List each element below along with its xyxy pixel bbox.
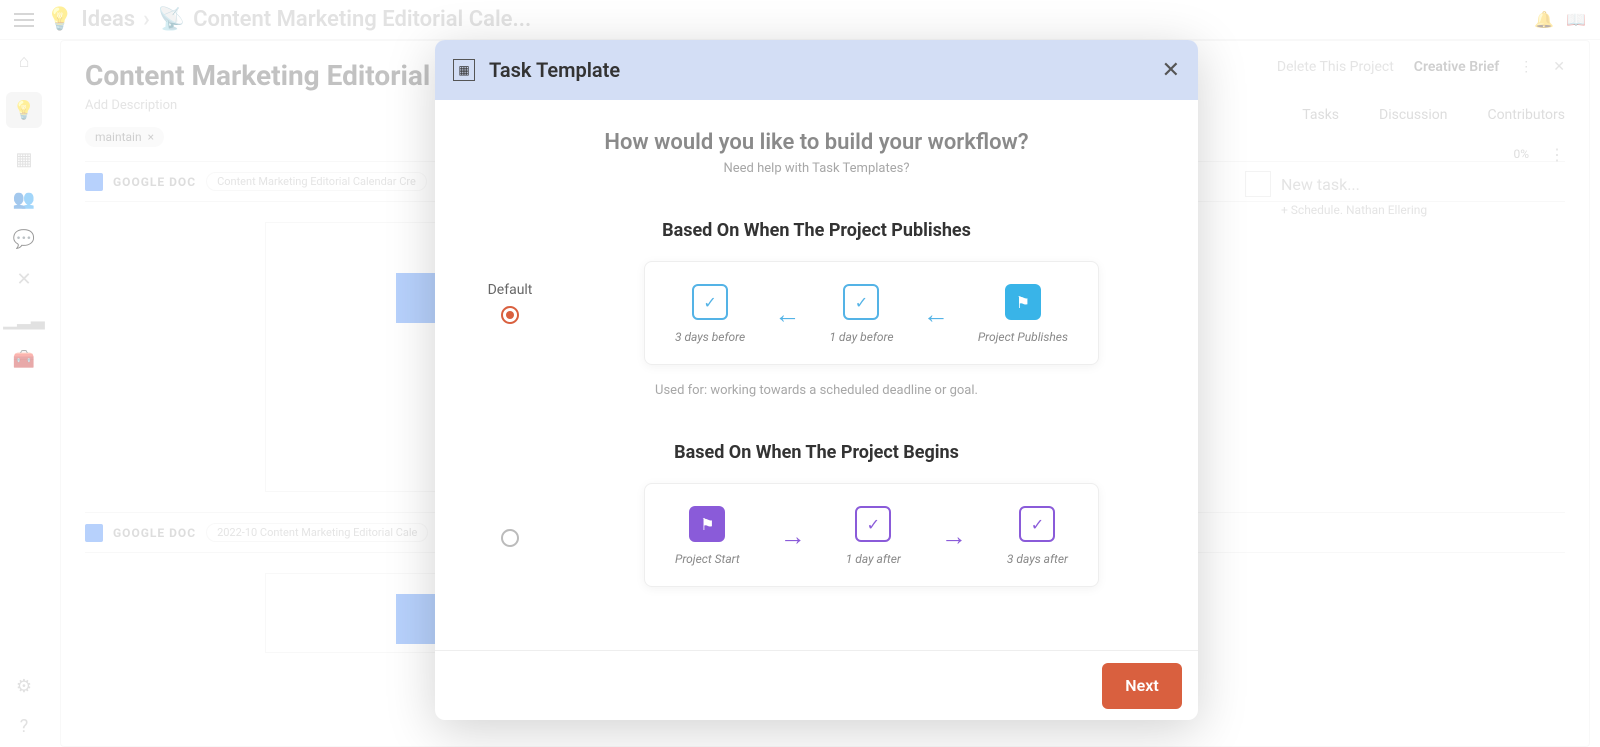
close-panel-icon[interactable]: ✕ (1553, 59, 1565, 75)
option-2-radio[interactable] (501, 529, 519, 547)
shuffle-icon[interactable]: ✕ (15, 270, 33, 288)
option-2-card[interactable]: ⚑ Project Start → ✓ 1 day after → ✓ 3 da… (644, 483, 1099, 587)
help-icon[interactable]: ? (15, 717, 33, 735)
step-label: 1 day after (846, 552, 901, 566)
step-project-start: ⚑ Project Start (675, 506, 740, 566)
assignee-name: Nathan Ellering (1346, 203, 1427, 217)
modal-question: How would you like to build your workflo… (475, 130, 1158, 155)
ideas-icon[interactable]: 💡 (6, 92, 42, 128)
calendar-icon[interactable]: ▦ (15, 150, 33, 168)
project-tag[interactable]: maintain × (85, 127, 164, 147)
book-icon[interactable]: 📖 (1566, 10, 1586, 29)
topbar: 💡 Ideas › 📡 Content Marketing Editorial … (0, 0, 1600, 40)
project-actions: Delete This Project Creative Brief ⋮ ✕ (1277, 59, 1565, 75)
step-3-days-after: ✓ 3 days after (1007, 506, 1068, 566)
option-2-row[interactable]: ⚑ Project Start → ✓ 1 day after → ✓ 3 da… (475, 463, 1158, 587)
arrow-left-icon: ← (774, 299, 800, 330)
flag-icon: ⚑ (689, 506, 725, 542)
step-1-day-before: ✓ 1 day before (829, 284, 893, 344)
panel-more-icon[interactable]: ⋮ (1549, 145, 1565, 164)
task-template-modal: ▦ Task Template ✕ How would you like to … (435, 40, 1198, 720)
modal-title: Task Template (489, 58, 620, 82)
left-rail: ⌂ 💡 ▦ 👥 💬 ✕ ▁▂▃ 🧰 ⚙ ? (0, 40, 48, 747)
progress-pct: 0% (1513, 147, 1529, 161)
option-1-radio[interactable] (501, 306, 519, 324)
option-1-radio-wrap[interactable]: Default (475, 282, 545, 324)
tag-label: maintain (95, 130, 142, 144)
next-button[interactable]: Next (1102, 663, 1182, 709)
modal-footer: Next (435, 650, 1198, 720)
breadcrumb-root[interactable]: Ideas (81, 7, 135, 32)
help-link[interactable]: Need help with Task Templates? (475, 161, 1158, 176)
check-icon: ✓ (1019, 506, 1055, 542)
google-doc-chip-1[interactable]: Content Marketing Editorial Calendar Cre (206, 172, 427, 191)
breadcrumb: 💡 Ideas › 📡 Content Marketing Editorial … (46, 7, 531, 32)
new-task-area: New task... + Schedule. Nathan Ellering (1245, 171, 1565, 217)
task-checkbox[interactable] (1245, 171, 1271, 197)
modal-body: How would you like to build your workflo… (435, 100, 1198, 650)
chat-icon[interactable]: 💬 (15, 230, 33, 248)
more-icon[interactable]: ⋮ (1519, 59, 1533, 75)
schedule-link[interactable]: + Schedule. (1281, 203, 1343, 217)
creative-brief-link[interactable]: Creative Brief (1414, 59, 1499, 75)
tab-tasks[interactable]: Tasks (1302, 107, 1339, 123)
lightbulb-icon: 💡 (46, 7, 73, 32)
google-doc-label: GOOGLE DOC (113, 526, 196, 540)
check-icon: ✓ (692, 284, 728, 320)
new-task-input[interactable]: New task... (1281, 175, 1360, 194)
tab-discussion[interactable]: Discussion (1379, 107, 1447, 123)
step-label: Project Publishes (978, 330, 1068, 344)
option-1-heading: Based On When The Project Publishes (475, 220, 1158, 241)
assets-icon[interactable]: 🧰 (15, 350, 33, 368)
settings-icon[interactable]: ⚙ (15, 677, 33, 695)
step-label: 3 days before (675, 330, 745, 344)
step-label: 1 day before (829, 330, 893, 344)
step-project-publishes: ⚑ Project Publishes (978, 284, 1068, 344)
google-doc-chip-2[interactable]: 2022-10 Content Marketing Editorial Cale (206, 523, 428, 542)
home-icon[interactable]: ⌂ (15, 52, 33, 70)
arrow-right-icon: → (780, 521, 806, 552)
check-icon: ✓ (843, 284, 879, 320)
arrow-right-icon: → (941, 521, 967, 552)
google-doc-icon (85, 173, 103, 191)
step-3-days-before: ✓ 3 days before (675, 284, 745, 344)
option-1-card[interactable]: ✓ 3 days before ← ✓ 1 day before ← ⚑ Pro… (644, 261, 1099, 365)
google-doc-icon (85, 524, 103, 542)
step-label: Project Start (675, 552, 740, 566)
panel-tabs: Tasks Discussion Contributors (1302, 107, 1565, 123)
chevron-right-icon: › (143, 7, 150, 32)
check-icon: ✓ (855, 506, 891, 542)
option-1-row[interactable]: Default ✓ 3 days before ← ✓ 1 day before… (475, 241, 1158, 365)
step-label: 3 days after (1007, 552, 1068, 566)
google-doc-label: GOOGLE DOC (113, 175, 196, 189)
arrow-left-icon: ← (923, 299, 949, 330)
tab-contributors[interactable]: Contributors (1487, 107, 1565, 123)
analytics-icon[interactable]: ▁▂▃ (15, 310, 33, 328)
flag-icon: ⚑ (1005, 284, 1041, 320)
option-2-heading: Based On When The Project Begins (475, 442, 1158, 463)
modal-header: ▦ Task Template ✕ (435, 40, 1198, 100)
option-2-radio-wrap[interactable] (475, 504, 545, 547)
menu-icon[interactable] (14, 13, 34, 27)
team-icon[interactable]: 👥 (15, 190, 33, 208)
close-icon[interactable]: ✕ (1162, 58, 1180, 83)
tag-remove-icon[interactable]: × (148, 130, 154, 144)
template-icon: ▦ (453, 59, 475, 81)
delete-project-link[interactable]: Delete This Project (1277, 59, 1394, 75)
breadcrumb-current: Content Marketing Editorial Cale... (193, 7, 531, 32)
rss-icon: 📡 (158, 7, 185, 32)
bell-icon[interactable]: 🔔 (1534, 10, 1554, 29)
default-badge: Default (488, 282, 533, 298)
step-1-day-after: ✓ 1 day after (846, 506, 901, 566)
used-for-text: Used for: working towards a scheduled de… (475, 383, 1158, 398)
